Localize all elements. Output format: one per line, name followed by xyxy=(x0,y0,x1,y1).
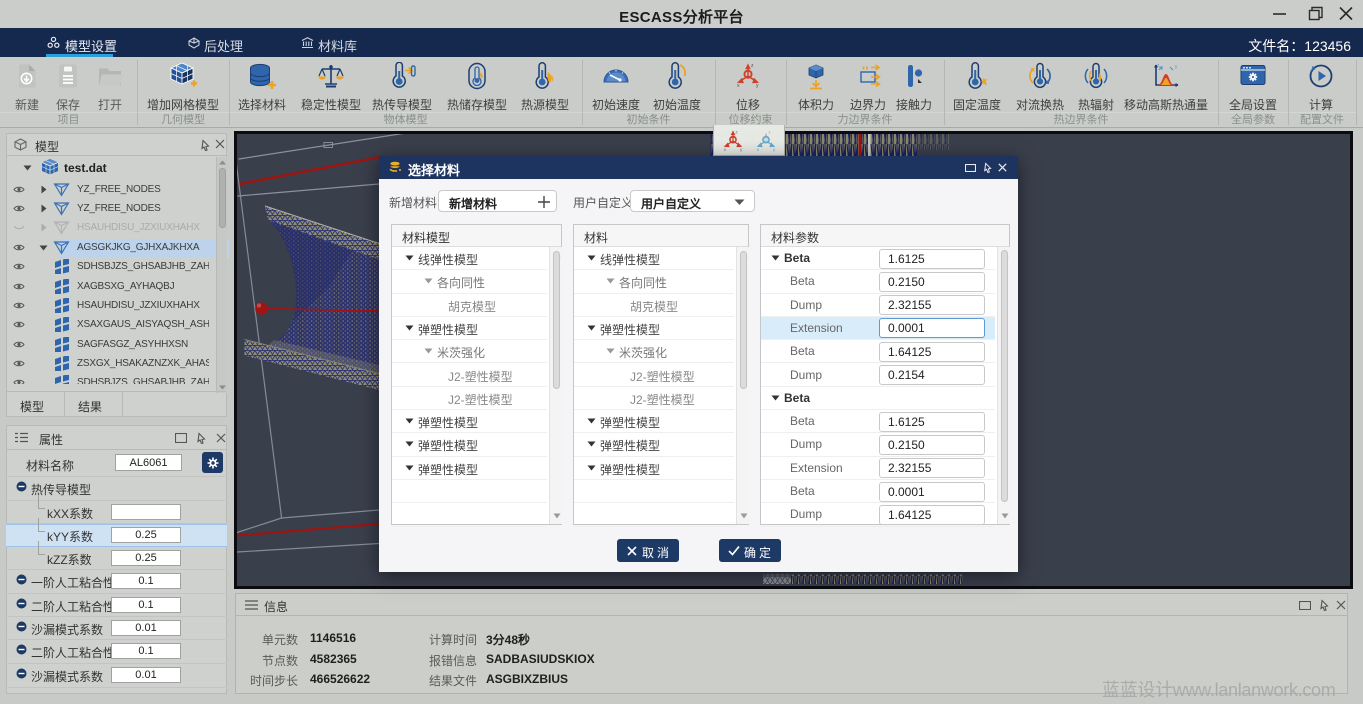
svg-text:x: x xyxy=(724,147,727,152)
svg-text:x: x xyxy=(757,147,760,152)
svg-text:z: z xyxy=(735,130,738,135)
svg-text:x: x xyxy=(737,83,740,89)
svg-text:y: y xyxy=(773,147,776,152)
svg-text:y: y xyxy=(740,147,743,152)
svg-text:z: z xyxy=(751,63,754,69)
svg-text:y: y xyxy=(1175,64,1178,69)
svg-text:z: z xyxy=(768,130,771,135)
svg-text:y: y xyxy=(756,83,759,89)
